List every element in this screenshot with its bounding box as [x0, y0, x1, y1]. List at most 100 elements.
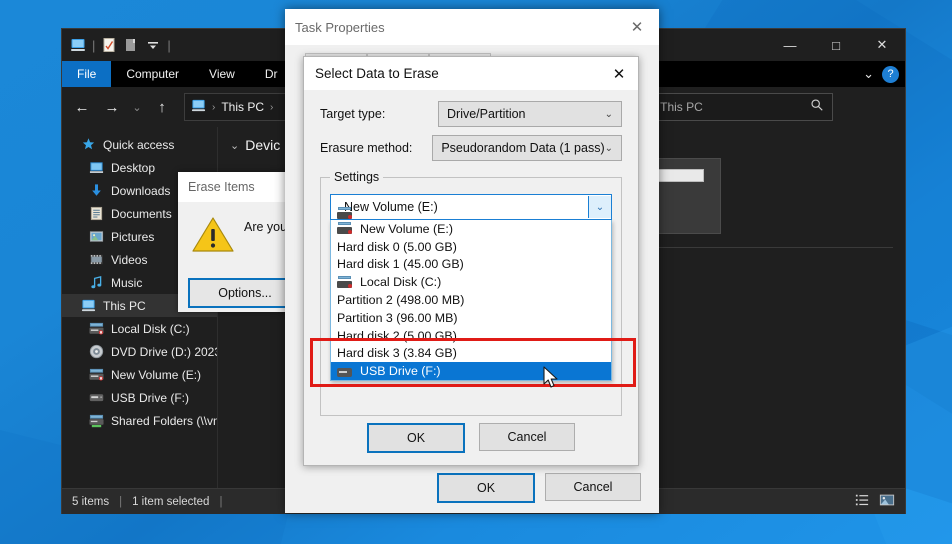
chevron-down-icon[interactable]: ⌄ [863, 66, 874, 82]
select-data-titlebar: Select Data to Erase ✕ [304, 57, 638, 90]
this-pc-icon[interactable] [68, 35, 88, 55]
target-type-combobox[interactable]: Drive/Partition ⌄ [438, 101, 622, 127]
help-button[interactable]: ? [882, 65, 899, 83]
toolbar-divider: | [92, 37, 96, 53]
dropdown-option-label: New Volume (E:) [360, 221, 453, 236]
status-selection: 1 item selected [132, 495, 210, 508]
sidebar-item-label: Desktop [111, 160, 156, 175]
group-header-label: Devic [245, 137, 281, 153]
dropdown-option[interactable]: Partition 2 (498.00 MB) [331, 291, 611, 309]
target-type-row: Target type: Drive/Partition ⌄ [320, 100, 622, 128]
erasure-method-row: Erasure method: Pseudorandom Data (1 pas… [320, 134, 622, 162]
close-icon[interactable]: ✕ [615, 9, 659, 45]
target-type-label: Target type: [320, 107, 386, 121]
videos-icon [88, 252, 104, 268]
sidebar-item-label: Quick access [103, 137, 175, 152]
status-separator: | [219, 495, 223, 508]
details-view-icon[interactable] [855, 493, 869, 510]
maximize-button[interactable]: □ [813, 29, 859, 61]
sidebar-item-label: Downloads [111, 183, 171, 198]
sidebar-item-new-volume-e[interactable]: New Volume (E:) [62, 363, 217, 386]
dvd-icon [88, 344, 104, 360]
sidebar-item-dvd-drive-d-2023[interactable]: DVD Drive (D:) 2023 [62, 340, 217, 363]
sidebar-item-label: New Volume (E:) [111, 367, 202, 382]
sidebar-item-label: Music [111, 275, 143, 290]
select-data-cancel-button[interactable]: Cancel [479, 423, 575, 451]
toolbar-divider: | [167, 37, 171, 53]
recent-locations-button[interactable]: ⌄ [128, 93, 146, 121]
new-folder-icon[interactable] [121, 35, 141, 55]
task-ok-button[interactable]: OK [437, 473, 535, 503]
drive-icon [337, 275, 353, 289]
chevron-down-icon: ⌄ [604, 108, 613, 120]
dropdown-option[interactable]: New Volume (E:) [331, 220, 611, 238]
drive-icon [337, 222, 353, 235]
large-icons-view-icon[interactable] [879, 493, 895, 510]
close-button[interactable]: ✕ [859, 29, 905, 61]
dropdown-option-label: Hard disk 0 (5.00 GB) [337, 239, 457, 254]
tab-computer[interactable]: Computer [111, 61, 194, 87]
dropdown-option-label: Hard disk 1 (45.00 GB) [337, 257, 464, 272]
task-cancel-button[interactable]: Cancel [545, 473, 641, 501]
music-icon [88, 275, 104, 291]
chevron-down-icon[interactable]: ⌄ [230, 139, 239, 152]
select-data-title: Select Data to Erase [315, 66, 439, 81]
sidebar-item-quick-access[interactable]: Quick access [62, 133, 217, 156]
back-button[interactable]: ← [68, 93, 96, 121]
drive-select-combobox[interactable]: New Volume (E:) ⌄ [330, 194, 612, 220]
select-data-to-erase-dialog: Select Data to Erase ✕ Target type: Driv… [303, 56, 639, 466]
chevron-down-icon: ⌄ [604, 142, 613, 154]
sidebar-item-label: Documents [111, 206, 172, 221]
erasure-method-combobox[interactable]: Pseudorandom Data (1 pass) ⌄ [432, 135, 622, 161]
search-icon [810, 98, 824, 117]
desktop-icon [88, 160, 104, 176]
erasure-method-label: Erasure method: [320, 141, 413, 155]
task-properties-buttons: OK Cancel [285, 473, 659, 503]
erasure-method-value: Pseudorandom Data (1 pass) [441, 141, 605, 155]
pictures-icon [88, 229, 104, 245]
dropdown-option[interactable]: Local Disk (C:) [331, 273, 611, 291]
settings-group: Settings New Volume (E:) ⌄ New Volume (E… [320, 170, 622, 416]
select-data-ok-button[interactable]: OK [367, 423, 465, 453]
status-item-count: 5 items [72, 495, 110, 508]
sidebar-item-label: This PC [103, 298, 146, 313]
window-controls: — □ ✕ [767, 29, 905, 61]
view-mode-buttons [855, 493, 895, 510]
customize-dropdown-icon[interactable] [143, 35, 163, 55]
status-separator: | [119, 495, 123, 508]
drive-icon [88, 367, 104, 383]
sidebar-item-shared-folders-vm[interactable]: Shared Folders (\\vm [62, 409, 217, 432]
breadcrumb-this-pc[interactable]: This PC [221, 100, 264, 114]
sidebar-item-label: Videos [111, 252, 148, 267]
tab-file[interactable]: File [62, 61, 112, 87]
tab-view[interactable]: View [194, 61, 250, 87]
dropdown-option[interactable]: Hard disk 3 (3.84 GB) [331, 345, 611, 363]
task-properties-title: Task Properties [295, 19, 385, 35]
sidebar-item-usb-drive-f[interactable]: USB Drive (F:) [62, 386, 217, 409]
usb-drive-icon [337, 365, 353, 378]
dropdown-option[interactable]: Hard disk 2 (5.00 GB) [331, 327, 611, 345]
sidebar-item-label: Pictures [111, 229, 155, 244]
up-button[interactable]: ↑ [148, 93, 176, 121]
dropdown-option[interactable]: Partition 3 (96.00 MB) [331, 309, 611, 327]
dropdown-option-label: Partition 2 (498.00 MB) [337, 293, 465, 308]
this-pc-icon [80, 298, 96, 314]
properties-icon[interactable] [99, 35, 119, 55]
forward-button[interactable]: → [98, 93, 126, 121]
dropdown-option[interactable]: USB Drive (F:) [331, 362, 611, 381]
sidebar-item-local-disk-c[interactable]: Local Disk (C:) [62, 317, 217, 340]
star-icon [80, 137, 96, 153]
this-pc-icon [191, 98, 206, 116]
dropdown-option[interactable]: Hard disk 1 (45.00 GB) [331, 256, 611, 274]
close-icon[interactable]: ✕ [600, 57, 638, 90]
task-properties-titlebar: Task Properties ✕ [285, 9, 659, 45]
dropdown-option-label: Partition 3 (96.00 MB) [337, 310, 458, 325]
documents-icon [88, 206, 104, 222]
chevron-down-icon[interactable]: ⌄ [588, 196, 611, 218]
dropdown-option-label: Hard disk 2 (5.00 GB) [337, 328, 457, 343]
sidebar-item-label: USB Drive (F:) [111, 390, 189, 405]
download-icon [88, 183, 104, 199]
minimize-button[interactable]: — [767, 29, 813, 61]
dropdown-option[interactable]: Hard disk 0 (5.00 GB) [331, 238, 611, 256]
shared-folder-icon [88, 413, 104, 429]
